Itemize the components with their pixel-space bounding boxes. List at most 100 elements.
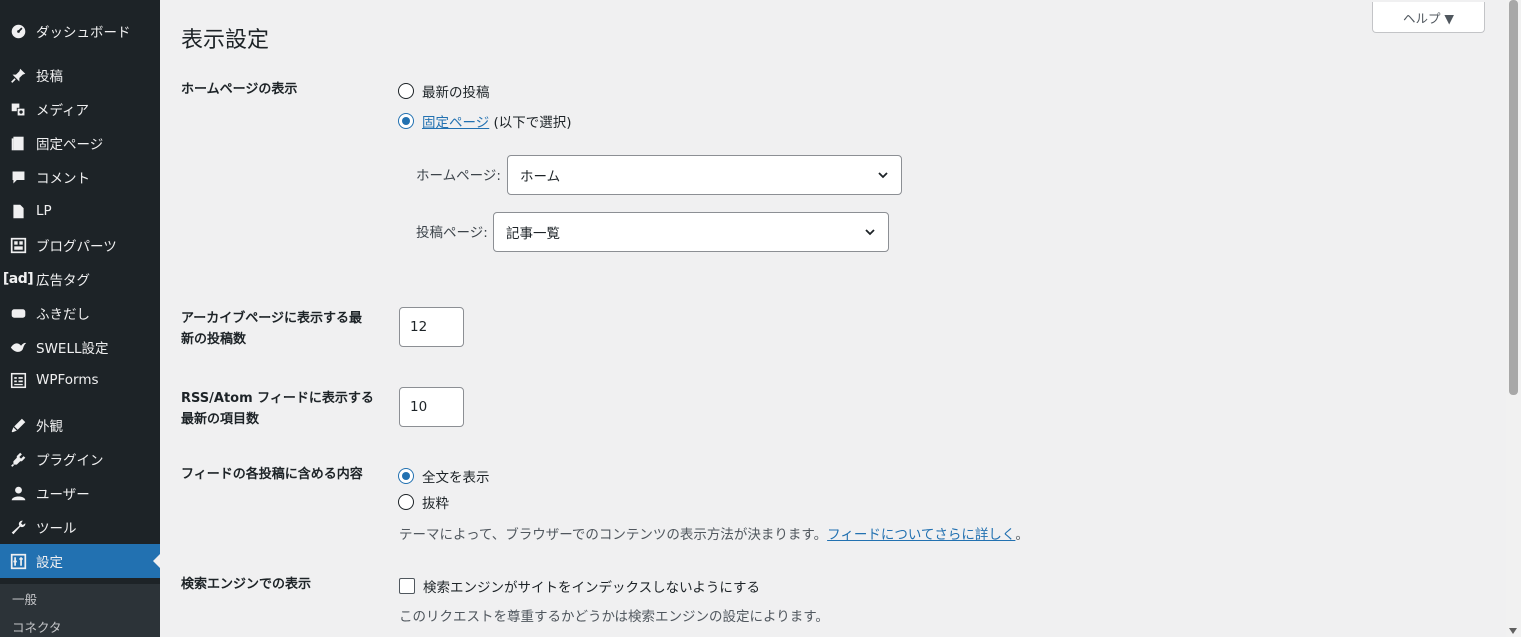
radio-button[interactable] [398, 83, 414, 99]
help-button[interactable]: ヘルプ ▼ [1372, 2, 1485, 33]
user-icon [9, 484, 27, 502]
help-button-label: ヘルプ ▼ [1402, 10, 1455, 26]
sidebar-item-dashboard[interactable]: ダッシュボード [0, 14, 160, 48]
ad-icon: [ad] [2, 271, 34, 287]
sidebar-item-label: SWELL設定 [36, 341, 109, 357]
sidebar-item-users[interactable]: ユーザー [0, 476, 160, 510]
sidebar-item-label: 設定 [36, 555, 63, 571]
page-title: 表示設定 [181, 28, 270, 53]
sidebar-item-ad-tag[interactable]: [ad] 広告タグ [0, 262, 160, 296]
balloon-icon [9, 304, 27, 322]
feed-items-label: RSS/Atom フィードに表示する 最新の項目数 [181, 388, 381, 430]
sidebar-item-label: 投稿 [36, 69, 63, 85]
radio-button-checked[interactable] [398, 468, 414, 484]
posts-page-select[interactable]: 記事一覧 [493, 212, 889, 252]
forms-icon [9, 371, 27, 389]
appearance-icon [9, 416, 27, 434]
feed-description-text: テーマによって、ブラウザーでのコンテンツの表示方法が決まります。 [399, 527, 828, 543]
sidebar-item-lp[interactable]: LP [0, 194, 160, 228]
sidebar-item-label: 広告タグ [36, 273, 90, 289]
sidebar-item-label: プラグイン [36, 453, 104, 469]
sidebar-item-label: WPForms [36, 372, 99, 388]
discourage-search-checkbox[interactable]: 検索エンジンがサイトをインデックスしないようにする [399, 576, 760, 596]
blog-parts-icon [9, 236, 27, 254]
sidebar-item-appearance[interactable]: 外観 [0, 408, 160, 442]
homepage-select[interactable]: ホーム [507, 155, 902, 195]
homepage-select-value: ホーム [520, 169, 561, 185]
plugin-icon [9, 450, 27, 468]
document-icon [9, 202, 27, 220]
media-icon [9, 100, 27, 118]
sidebar-item-tools[interactable]: ツール [0, 510, 160, 544]
sidebar-item-label: ダッシュボード [36, 25, 131, 41]
tools-icon [9, 518, 27, 536]
sidebar-item-label: ブログパーツ [36, 239, 117, 255]
homepage-display-label: ホームページの表示 [181, 82, 298, 97]
posts-per-page-label: アーカイブページに表示する最 新の投稿数 [181, 308, 381, 350]
scrollbar-thumb[interactable] [1509, 0, 1518, 395]
settings-content: 表示設定 ヘルプ ▼ ホームページの表示 最新の投稿 固定ページ (以下で選択)… [160, 0, 1506, 637]
posts-page-select-value: 記事一覧 [506, 226, 560, 242]
radio-label: 抜粋 [422, 496, 449, 512]
page-icon [9, 134, 27, 152]
sidebar-item-label: コメント [36, 171, 90, 187]
chevron-down-icon [878, 172, 888, 179]
static-page-link[interactable]: 固定ページ [422, 115, 489, 131]
page-scrollbar[interactable] [1506, 0, 1521, 637]
checkbox-label: 検索エンジンがサイトをインデックスしないようにする [423, 580, 760, 596]
submenu-item-label: コネクタ [12, 619, 62, 635]
sidebar-item-plugins[interactable]: プラグイン [0, 442, 160, 476]
sidebar-item-posts[interactable]: 投稿 [0, 58, 160, 92]
sidebar-item-wpforms[interactable]: WPForms [0, 363, 160, 397]
static-page-suffix: (以下で選択) [489, 115, 572, 131]
sidebar-item-label: LP [36, 203, 52, 219]
posts-per-page-input[interactable] [399, 307, 464, 347]
label-line: 最新の項目数 [181, 412, 260, 427]
label-line: 新の投稿数 [181, 332, 247, 347]
comment-icon [9, 168, 27, 186]
sidebar-item-label: ユーザー [36, 487, 90, 503]
radio-full-text[interactable]: 全文を表示 [398, 466, 490, 486]
radio-static-page[interactable]: 固定ページ (以下で選択) [398, 111, 572, 131]
radio-label: 固定ページ (以下で選択) [422, 111, 572, 131]
sidebar-item-settings[interactable]: 設定 [0, 544, 161, 578]
sidebar-item-swell-settings[interactable]: SWELL設定 [0, 330, 160, 364]
feed-learn-more-link[interactable]: フィードについてさらに詳しく [827, 527, 1015, 543]
sidebar-item-balloon[interactable]: ふきだし [0, 296, 160, 330]
feed-items-input[interactable] [399, 387, 464, 427]
sidebar-item-blog-parts[interactable]: ブログパーツ [0, 228, 160, 262]
submenu-item-connectors[interactable]: コネクタ [0, 612, 160, 637]
chevron-down-icon [865, 229, 875, 236]
radio-label: 最新の投稿 [422, 85, 490, 101]
settings-icon [9, 552, 27, 570]
label-line: アーカイブページに表示する最 [181, 311, 362, 326]
sidebar-item-media[interactable]: メディア [0, 92, 160, 126]
dashboard-icon [9, 22, 27, 40]
radio-button[interactable] [398, 494, 414, 510]
search-visibility-label: 検索エンジンでの表示 [181, 577, 312, 592]
posts-page-select-label: 投稿ページ: [416, 225, 488, 241]
feed-content-label: フィードの各投稿に含める内容 [181, 467, 363, 482]
sidebar-item-label: ツール [36, 521, 77, 537]
swell-icon [9, 338, 27, 356]
checkbox-box[interactable] [399, 578, 415, 594]
submenu-item-label: 一般 [12, 591, 38, 607]
radio-excerpt[interactable]: 抜粋 [398, 492, 449, 512]
submenu-item-general[interactable]: 一般 [0, 584, 160, 612]
radio-label: 全文を表示 [422, 470, 490, 486]
sidebar-item-label: ふきだし [36, 307, 90, 323]
sidebar-item-label: 固定ページ [36, 137, 104, 153]
scroll-down-arrow-icon[interactable] [1509, 628, 1517, 634]
search-visibility-description: このリクエストを尊重するかどうかは検索エンジンの設定によります。 [399, 609, 829, 625]
radio-button-checked[interactable] [398, 113, 414, 129]
sidebar-item-label: 外観 [36, 419, 63, 435]
radio-latest-posts[interactable]: 最新の投稿 [398, 81, 490, 101]
homepage-select-label: ホームページ: [416, 168, 501, 184]
pin-icon [9, 66, 27, 84]
feed-description-end: 。 [1015, 527, 1029, 543]
feed-description: テーマによって、ブラウザーでのコンテンツの表示方法が決まります。フィードについて… [399, 523, 1029, 543]
admin-sidebar: ダッシュボード 投稿 メディア 固定ページ コメント LP ブログパーツ [ad… [0, 0, 161, 637]
sidebar-item-pages[interactable]: 固定ページ [0, 126, 160, 160]
label-line: RSS/Atom フィードに表示する [181, 391, 374, 406]
sidebar-item-comments[interactable]: コメント [0, 160, 160, 194]
